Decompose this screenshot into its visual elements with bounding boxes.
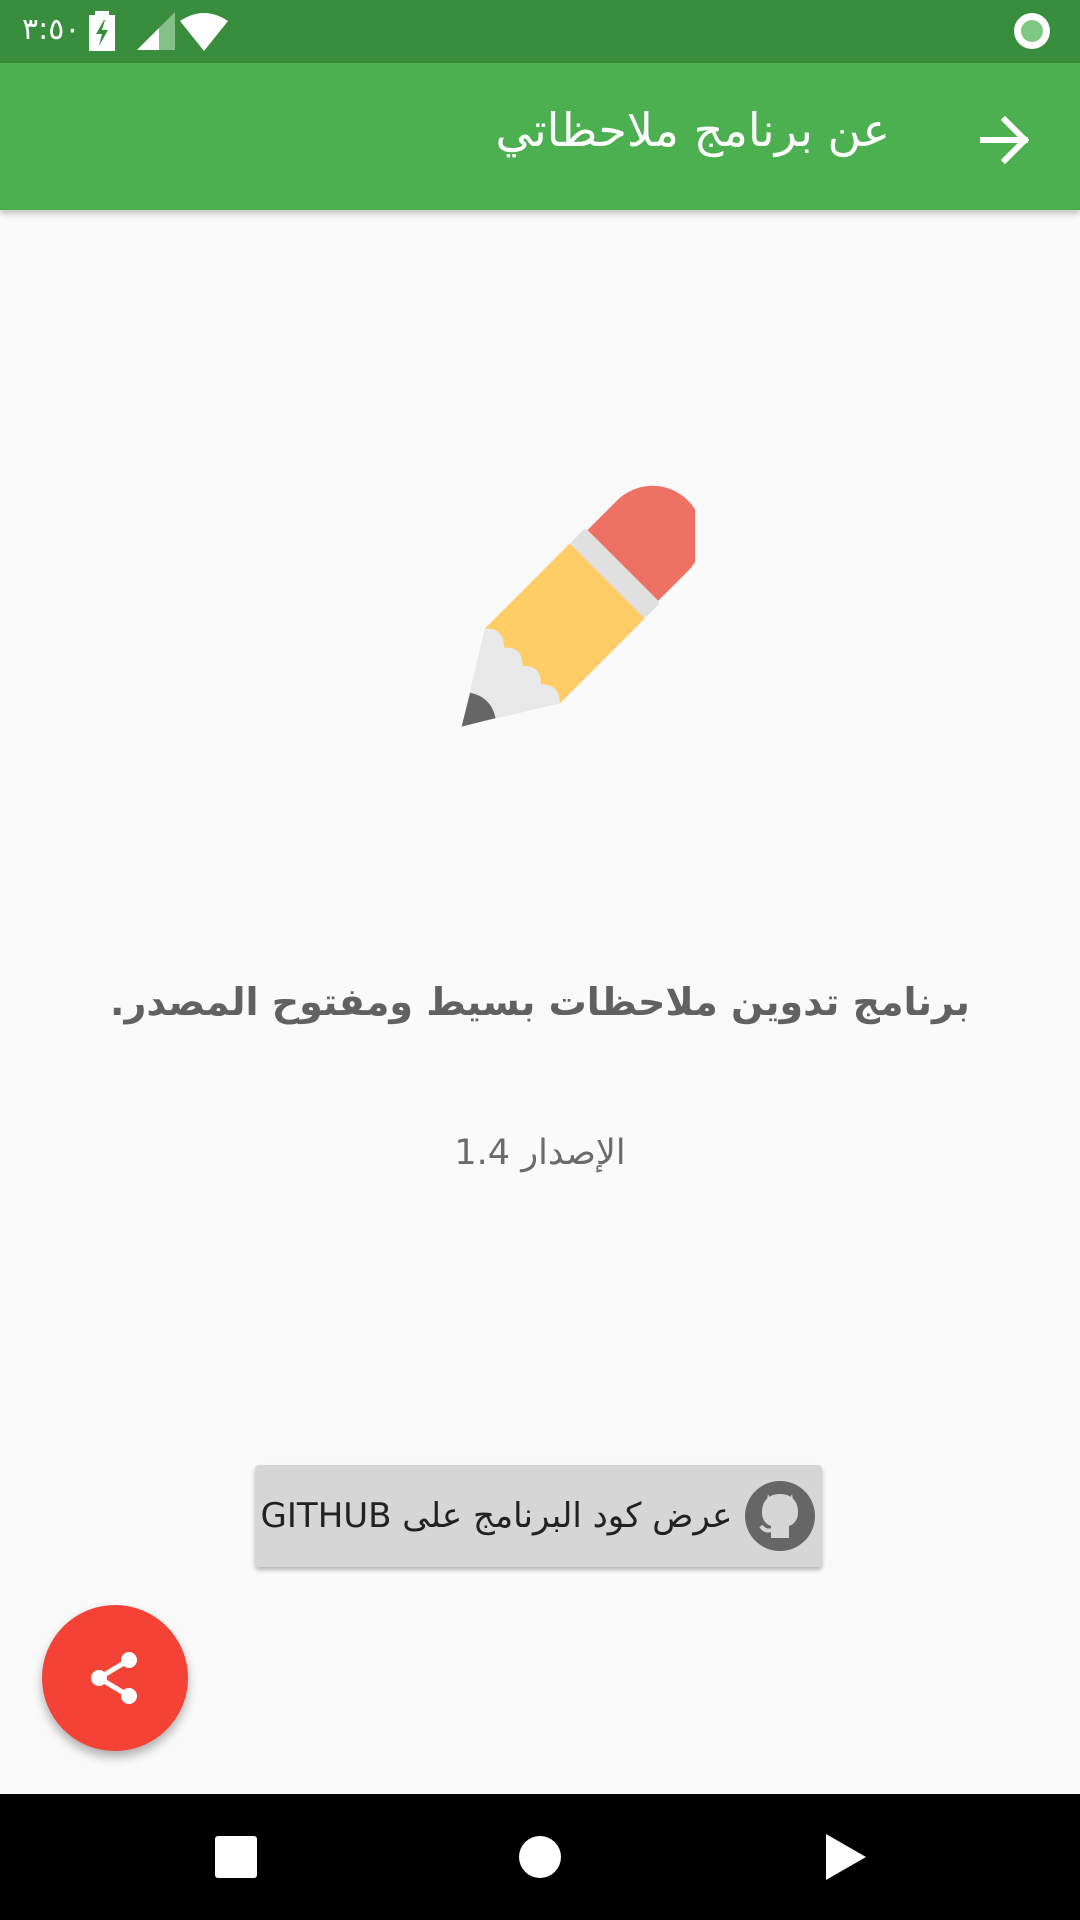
share-fab[interactable] [42, 1605, 188, 1751]
view-on-github-button[interactable]: عرض كود البرنامج على GITHUB [255, 1465, 822, 1567]
home-circle-icon[interactable] [518, 1835, 562, 1879]
pencil-icon [461, 485, 695, 727]
recents-square-icon[interactable] [215, 1836, 257, 1878]
system-nav-bar [0, 1794, 1080, 1920]
share-icon [91, 1652, 137, 1704]
app-description: برنامج تدوين ملاحظات بسيط ومفتوح المصدر. [110, 980, 970, 1024]
about-content: برنامج تدوين ملاحظات بسيط ومفتوح المصدر.… [0, 210, 1080, 1794]
github-icon [745, 1481, 816, 1551]
cell-signal-icon [137, 12, 175, 50]
battery-charging-icon [89, 11, 115, 51]
arrow-back-icon[interactable] [975, 110, 1035, 170]
recording-dot-icon [1014, 13, 1050, 49]
app-bar: عن برنامج ملاحظاتي [0, 63, 1080, 210]
page-title: عن برنامج ملاحظاتي [495, 103, 890, 157]
back-triangle-icon[interactable] [826, 1834, 866, 1880]
app-version: الإصدار 1.4 [454, 1133, 626, 1173]
status-time: ٣:٥٠ [22, 12, 81, 47]
github-button-label: عرض كود البرنامج على GITHUB [260, 1496, 733, 1536]
status-bar: ٣:٥٠ [0, 0, 1080, 63]
wifi-icon [180, 13, 228, 51]
